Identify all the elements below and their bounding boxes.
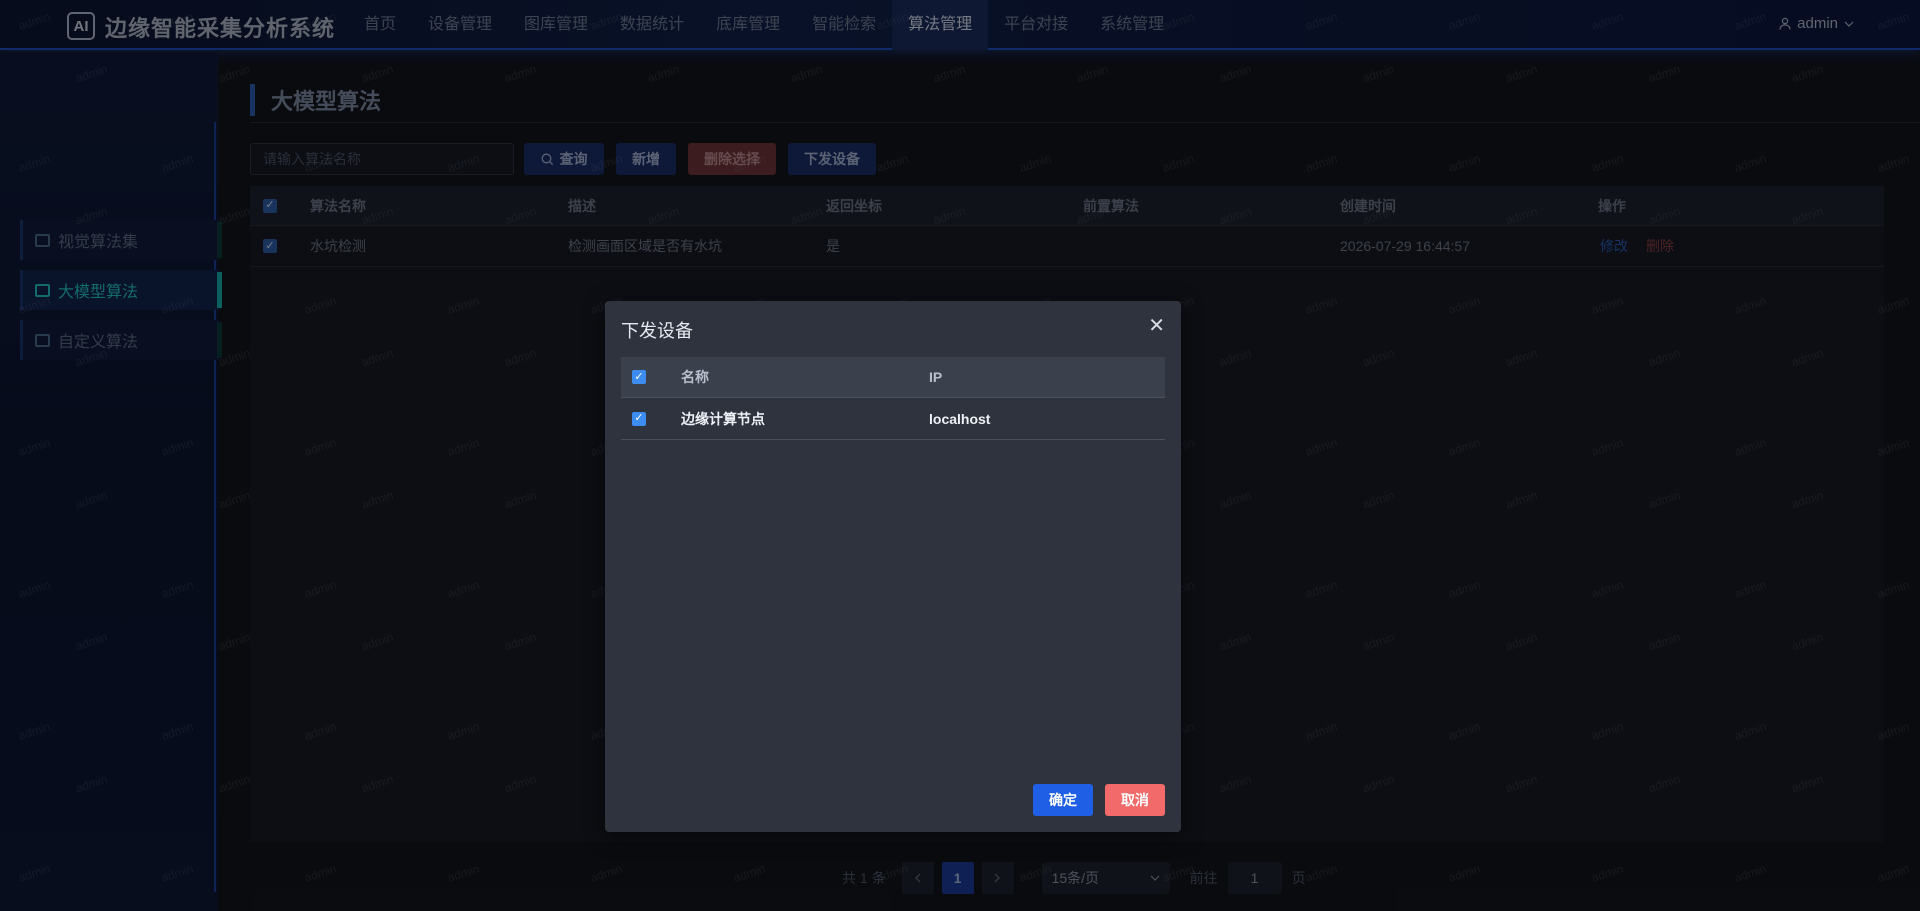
- row-checkbox[interactable]: ✓: [632, 398, 646, 439]
- cancel-button[interactable]: 取消: [1105, 784, 1165, 816]
- column-header: IP: [929, 369, 943, 385]
- close-icon[interactable]: ✕: [1148, 313, 1165, 338]
- check-icon: ✓: [632, 411, 646, 426]
- check-icon: ✓: [632, 370, 646, 384]
- dialog-title: 下发设备: [621, 321, 693, 341]
- table-row: ✓ 边缘计算节点 localhost: [621, 398, 1165, 440]
- column-header: 名称: [681, 369, 709, 385]
- device-table: ✓ 名称 IP ✓ 边缘计算节点 localhost: [621, 357, 1165, 440]
- device-table-header: ✓ 名称 IP: [621, 357, 1165, 398]
- confirm-button[interactable]: 确定: [1033, 784, 1093, 816]
- dispatch-device-dialog: 下发设备 ✕ ✓ 名称 IP ✓ 边缘计算节点 localhost 确定 取消: [605, 301, 1181, 832]
- select-all-checkbox[interactable]: ✓: [632, 357, 646, 397]
- cell-device-name: 边缘计算节点: [681, 410, 765, 427]
- cell-device-ip: localhost: [929, 410, 991, 427]
